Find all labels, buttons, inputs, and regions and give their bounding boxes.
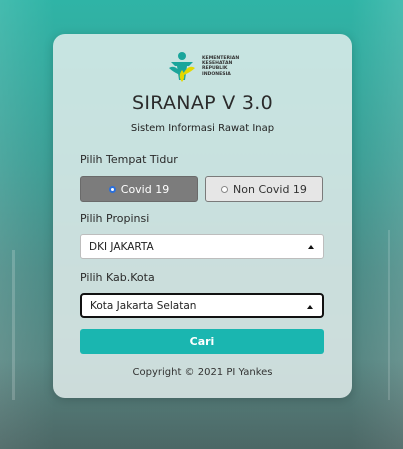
city-label: Pilih Kab.Kota — [80, 271, 155, 284]
background-bed-frame — [12, 250, 48, 400]
radio-selected-icon — [108, 185, 116, 193]
province-select-value: DKI JAKARTA — [89, 240, 154, 253]
covid-option-label: Covid 19 — [120, 182, 170, 196]
province-select[interactable]: DKI JAKARTA — [80, 234, 324, 259]
search-button[interactable]: Cari — [80, 329, 324, 354]
non-covid-option-button[interactable]: Non Covid 19 — [205, 176, 323, 202]
covid-option-button[interactable]: Covid 19 — [80, 176, 198, 202]
province-label: Pilih Propinsi — [80, 212, 150, 225]
background-light-right — [351, 0, 403, 449]
radio-unselected-icon — [221, 185, 229, 193]
kemenkes-logo: KEMENTERIAN KESEHATAN REPUBLIK INDONESIA — [165, 50, 243, 84]
login-card: KEMENTERIAN KESEHATAN REPUBLIK INDONESIA… — [53, 34, 352, 398]
caret-up-icon — [308, 245, 314, 249]
app-title: SIRANAP V 3.0 — [132, 92, 273, 114]
city-select-value: Kota Jakarta Selatan — [90, 299, 197, 312]
city-select[interactable]: Kota Jakarta Selatan — [80, 293, 324, 318]
caret-up-icon — [307, 305, 313, 309]
non-covid-option-label: Non Covid 19 — [233, 182, 307, 196]
logo-line: INDONESIA — [202, 71, 231, 77]
copyright-text: Copyright © 2021 PI Yankes — [132, 367, 273, 378]
background-curtain — [360, 230, 390, 400]
kemenkes-logo-icon — [169, 52, 195, 82]
app-subtitle: Sistem Informasi Rawat Inap — [130, 123, 275, 134]
bed-type-label: Pilih Tempat Tidur — [80, 153, 178, 166]
background-light-left — [0, 0, 55, 449]
logo-wordmark: KEMENTERIAN KESEHATAN REPUBLIK INDONESIA — [202, 56, 244, 77]
